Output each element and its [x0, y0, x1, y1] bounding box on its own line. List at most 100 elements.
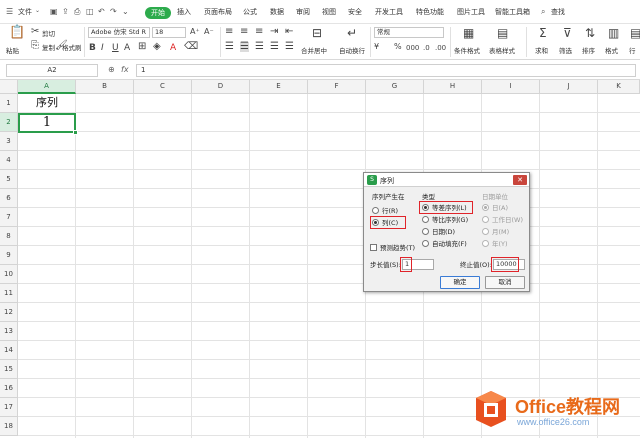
tab-start[interactable]: 开始 — [145, 7, 171, 19]
rows-cols-button[interactable]: 行 — [629, 45, 636, 55]
spreadsheet-grid[interactable]: A B C D E F G H I J K 1 2 3 4 5 6 7 8 9 … — [0, 80, 640, 438]
row-header[interactable]: 4 — [0, 151, 18, 170]
tab-security[interactable]: 安全 — [348, 7, 362, 17]
row-header[interactable]: 11 — [0, 284, 18, 303]
select-all-corner[interactable] — [0, 80, 18, 94]
align-middle-icon[interactable]: ≡ — [240, 27, 248, 37]
column-header[interactable]: B — [76, 80, 134, 94]
justify-icon[interactable]: ☰ — [270, 42, 279, 52]
underline-style-icon[interactable]: A — [124, 43, 130, 53]
sort-icon[interactable]: ⇅ — [585, 27, 595, 39]
font-grow-icon[interactable]: A⁺ — [190, 27, 200, 37]
increase-decimal-icon[interactable]: .0 — [423, 43, 430, 53]
tab-view[interactable]: 视图 — [322, 7, 336, 17]
merge-center-button[interactable]: 合并居中 — [301, 45, 327, 55]
outdent-icon[interactable]: ⇤ — [285, 27, 293, 37]
font-size-select[interactable]: 18 — [152, 27, 186, 38]
indent-icon[interactable]: ⇥ — [270, 27, 278, 37]
row-header[interactable]: 9 — [0, 246, 18, 265]
fill-handle[interactable] — [73, 130, 78, 135]
column-header[interactable]: G — [366, 80, 424, 94]
tab-developer[interactable]: 开发工具 — [375, 7, 403, 17]
rows-cols-icon[interactable]: ▤ — [630, 27, 640, 39]
trend-checkbox[interactable]: 预测趋势(T) — [370, 243, 415, 253]
border-icon[interactable]: ⊞ — [138, 42, 146, 52]
tab-formula[interactable]: 公式 — [243, 7, 257, 17]
eraser-icon[interactable]: ⌫ — [184, 42, 198, 52]
tab-data[interactable]: 数据 — [270, 7, 284, 17]
print-icon[interactable]: ⎙ — [74, 7, 80, 17]
redo-icon[interactable]: ↷ — [110, 7, 117, 16]
preview-icon[interactable]: ◫ — [86, 7, 94, 16]
row-header[interactable]: 7 — [0, 208, 18, 227]
fill-color-icon[interactable]: ◈ — [153, 42, 161, 52]
menu-file[interactable]: 文件 — [18, 7, 32, 17]
column-header[interactable]: H — [424, 80, 482, 94]
conditional-format-icon[interactable]: ▦ — [463, 27, 474, 39]
row-header[interactable]: 13 — [0, 322, 18, 341]
align-top-icon[interactable]: ≡ — [225, 27, 233, 37]
tab-special[interactable]: 特色功能 — [416, 7, 444, 17]
ok-button[interactable]: 确定 — [440, 276, 480, 289]
align-center-icon[interactable]: ☰ — [240, 42, 249, 52]
zoom-icon[interactable]: ⊕ — [108, 65, 115, 74]
tab-page-layout[interactable]: 页面布局 — [204, 7, 232, 17]
paste-button[interactable]: 粘贴 — [6, 45, 19, 55]
cut-button[interactable]: 剪切 — [42, 28, 55, 38]
file-dropdown-icon[interactable]: ⌄ — [35, 7, 40, 14]
undo-icon[interactable]: ↶ — [98, 7, 105, 16]
formula-input[interactable]: 1 — [136, 64, 636, 77]
radio-autofill[interactable]: 自动填充(F) — [422, 239, 467, 249]
percent-icon[interactable]: % — [394, 42, 402, 52]
conditional-format-button[interactable]: 条件格式 — [454, 45, 480, 55]
tab-insert[interactable]: 插入 — [177, 7, 191, 17]
filter-icon[interactable]: ⊽ — [563, 27, 572, 39]
format-icon[interactable]: ▥ — [608, 27, 619, 39]
thousands-icon[interactable]: 000 — [406, 43, 419, 53]
radio-row[interactable]: 行(R) — [372, 206, 398, 216]
align-bottom-icon[interactable]: ≡ — [255, 27, 263, 37]
row-header[interactable]: 2 — [0, 113, 18, 132]
font-shrink-icon[interactable]: A⁻ — [204, 27, 214, 37]
save-icon[interactable]: ▣ — [50, 7, 58, 16]
font-color-icon[interactable]: A — [170, 43, 176, 53]
hamburger-menu-icon[interactable]: ☰ — [6, 7, 13, 16]
row-header[interactable]: 17 — [0, 398, 18, 417]
radio-growth[interactable]: 等比序列(G) — [422, 215, 468, 225]
dialog-titlebar[interactable]: S 序列 ✕ — [364, 173, 529, 187]
decrease-decimal-icon[interactable]: .00 — [435, 43, 446, 53]
align-left-icon[interactable]: ☰ — [225, 42, 234, 52]
cut-icon[interactable]: ✂ — [31, 27, 39, 37]
format-button[interactable]: 格式 — [605, 45, 618, 55]
filter-button[interactable]: 筛选 — [559, 45, 572, 55]
row-header[interactable]: 6 — [0, 189, 18, 208]
row-header[interactable]: 1 — [0, 94, 18, 113]
row-header[interactable]: 8 — [0, 227, 18, 246]
wrap-text-icon[interactable]: ↵ — [347, 27, 357, 39]
more-icon[interactable]: ⌄ — [122, 7, 129, 16]
sort-button[interactable]: 排序 — [582, 45, 595, 55]
wrap-text-button[interactable]: 自动换行 — [339, 45, 365, 55]
close-icon[interactable]: ✕ — [513, 175, 527, 185]
row-header[interactable]: 15 — [0, 360, 18, 379]
fx-icon[interactable]: fx — [121, 65, 129, 74]
cancel-button[interactable]: 取消 — [485, 276, 525, 289]
distributed-icon[interactable]: ☰ — [285, 42, 294, 52]
row-header[interactable]: 16 — [0, 379, 18, 398]
font-name-select[interactable]: Adobe 仿宋 Std R — [88, 27, 150, 38]
column-header[interactable]: I — [482, 80, 540, 94]
search-icon[interactable]: ⌕ — [541, 7, 545, 17]
export-icon[interactable]: ⇪ — [62, 7, 69, 16]
number-format-select[interactable]: 常规 — [374, 27, 444, 38]
column-header[interactable]: A — [18, 80, 76, 94]
table-style-icon[interactable]: ▤ — [497, 27, 508, 39]
column-header[interactable]: D — [192, 80, 250, 94]
row-header[interactable]: 14 — [0, 341, 18, 360]
tab-review[interactable]: 审阅 — [296, 7, 310, 17]
row-header[interactable]: 5 — [0, 170, 18, 189]
currency-icon[interactable]: ¥ — [374, 42, 379, 52]
tab-picture-tools[interactable]: 图片工具 — [457, 7, 485, 17]
cell-a1[interactable]: 序列 — [18, 95, 76, 111]
row-header[interactable]: 3 — [0, 132, 18, 151]
row-header[interactable]: 18 — [0, 417, 18, 436]
